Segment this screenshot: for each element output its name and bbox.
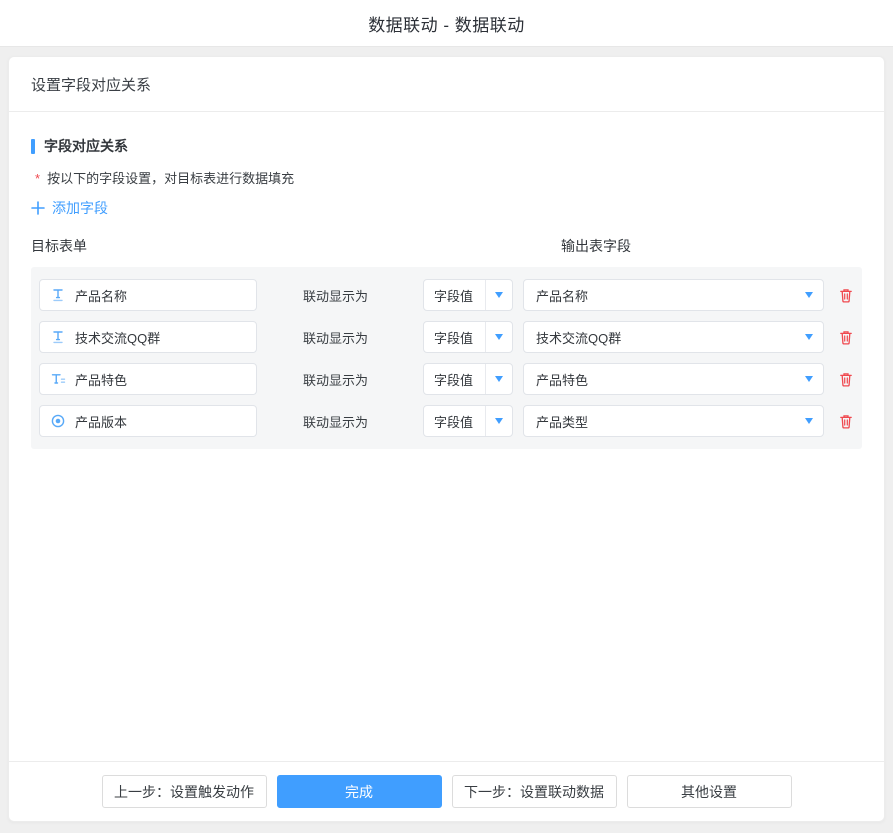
target-field-input[interactable]: 产品名称 <box>39 279 257 311</box>
output-field-select[interactable]: 技术交流QQ群 <box>523 321 824 353</box>
section-title-text: 字段对应关系 <box>44 136 128 156</box>
chevron-down-icon[interactable] <box>485 280 512 310</box>
target-field-value: 产品名称 <box>75 286 127 305</box>
top-bar: 数据联动 - 数据联动 <box>0 0 893 47</box>
next-step-button[interactable]: 下一步：设置联动数据 <box>452 775 617 808</box>
display-type-value: 字段值 <box>424 370 485 389</box>
linkage-label: 联动显示为 <box>303 412 375 431</box>
linkage-label: 联动显示为 <box>303 328 375 347</box>
text-input-icon <box>50 287 66 303</box>
display-type-select[interactable]: 字段值 <box>423 279 513 311</box>
output-field-value: 产品类型 <box>536 412 588 431</box>
add-field-button[interactable]: 添加字段 <box>31 198 108 218</box>
output-field-value: 技术交流QQ群 <box>536 328 621 347</box>
column-headers: 目标表单 输出表字段 <box>31 236 862 255</box>
delete-row-button[interactable] <box>838 287 854 304</box>
output-field-value: 产品名称 <box>536 286 588 305</box>
column-header-target: 目标表单 <box>31 238 87 254</box>
add-field-label: 添加字段 <box>52 198 108 218</box>
section-accent-bar <box>31 139 35 154</box>
plus-icon <box>31 201 45 215</box>
section-title: 字段对应关系 <box>31 138 862 154</box>
delete-row-button[interactable] <box>838 371 854 388</box>
note-text: 按以下的字段设置，对目标表进行数据填充 <box>47 168 294 187</box>
chevron-down-icon[interactable] <box>485 322 512 352</box>
textarea-icon <box>50 371 66 387</box>
target-field-input[interactable]: 产品特色 <box>39 363 257 395</box>
target-field-value: 产品版本 <box>75 412 127 431</box>
other-settings-button[interactable]: 其他设置 <box>627 775 792 808</box>
text-input-icon <box>50 329 66 345</box>
field-mapping-row: 产品版本 联动显示为 字段值 产品类型 <box>39 405 854 437</box>
card-header: 设置字段对应关系 <box>9 57 884 112</box>
chevron-down-icon[interactable] <box>485 406 512 436</box>
card-body: 字段对应关系 * 按以下的字段设置，对目标表进行数据填充 添加字段 目标表单 输… <box>9 112 884 761</box>
chevron-down-icon <box>805 334 813 340</box>
field-mapping-panel: 产品名称 联动显示为 字段值 产品名称 <box>31 267 862 449</box>
linkage-label: 联动显示为 <box>303 286 375 305</box>
target-field-value: 技术交流QQ群 <box>75 328 160 347</box>
target-field-value: 产品特色 <box>75 370 127 389</box>
delete-row-button[interactable] <box>838 413 854 430</box>
column-header-output: 输出表字段 <box>561 236 631 256</box>
display-type-select[interactable]: 字段值 <box>423 321 513 353</box>
field-mapping-row: 产品名称 联动显示为 字段值 产品名称 <box>39 279 854 311</box>
settings-card: 设置字段对应关系 字段对应关系 * 按以下的字段设置，对目标表进行数据填充 添加… <box>8 56 885 822</box>
chevron-down-icon <box>805 376 813 382</box>
field-mapping-row: 产品特色 联动显示为 字段值 产品特色 <box>39 363 854 395</box>
display-type-value: 字段值 <box>424 286 485 305</box>
linkage-label: 联动显示为 <box>303 370 375 389</box>
display-type-value: 字段值 <box>424 328 485 347</box>
display-type-select[interactable]: 字段值 <box>423 405 513 437</box>
field-mapping-row: 技术交流QQ群 联动显示为 字段值 技术交流QQ群 <box>39 321 854 353</box>
required-asterisk: * <box>35 171 40 186</box>
display-type-select[interactable]: 字段值 <box>423 363 513 395</box>
delete-row-button[interactable] <box>838 329 854 346</box>
output-field-select[interactable]: 产品特色 <box>523 363 824 395</box>
radio-icon <box>50 413 66 429</box>
card-footer: 上一步：设置触发动作 完成 下一步：设置联动数据 其他设置 <box>9 761 884 821</box>
chevron-down-icon <box>805 292 813 298</box>
finish-button[interactable]: 完成 <box>277 775 442 808</box>
chevron-down-icon[interactable] <box>485 364 512 394</box>
output-field-select[interactable]: 产品类型 <box>523 405 824 437</box>
page-title: 数据联动 - 数据联动 <box>368 11 525 36</box>
output-field-value: 产品特色 <box>536 370 588 389</box>
target-field-input[interactable]: 产品版本 <box>39 405 257 437</box>
prev-step-button[interactable]: 上一步：设置触发动作 <box>102 775 267 808</box>
output-field-select[interactable]: 产品名称 <box>523 279 824 311</box>
chevron-down-icon <box>805 418 813 424</box>
display-type-value: 字段值 <box>424 412 485 431</box>
section-note: * 按以下的字段设置，对目标表进行数据填充 <box>31 168 862 186</box>
card-title: 设置字段对应关系 <box>31 74 151 95</box>
target-field-input[interactable]: 技术交流QQ群 <box>39 321 257 353</box>
